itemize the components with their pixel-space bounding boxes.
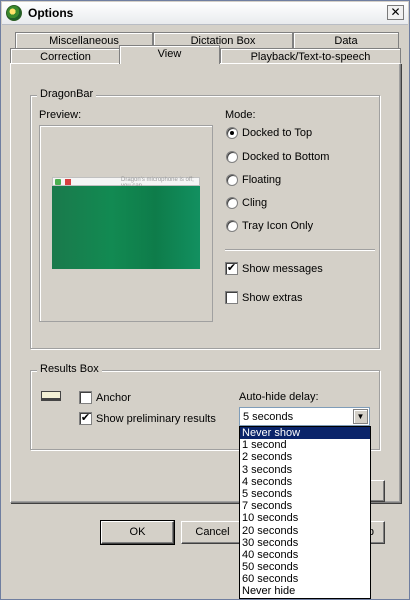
preview-label: Preview: — [39, 109, 82, 121]
dropdown-arrow-icon[interactable]: ▼ — [353, 409, 368, 424]
dropdown-option[interactable]: 1 second — [240, 439, 370, 451]
show-extras-label[interactable]: Show extras — [242, 292, 303, 304]
dropdown-option[interactable]: 60 seconds — [240, 573, 370, 585]
ok-button[interactable]: OK — [100, 520, 175, 545]
show-extras-checkbox[interactable] — [225, 291, 238, 304]
preview-desktop — [52, 186, 200, 269]
mode-docked-bottom-radio[interactable] — [226, 151, 238, 163]
tab-view[interactable]: View — [119, 45, 220, 64]
show-messages-label[interactable]: Show messages — [242, 263, 323, 275]
preview-mic-icon — [55, 179, 61, 185]
dropdown-option[interactable]: 5 seconds — [240, 488, 370, 500]
mode-docked-top-label[interactable]: Docked to Top — [242, 127, 312, 139]
close-button[interactable]: ✕ — [387, 5, 404, 20]
dropdown-option[interactable]: Never hide — [240, 585, 370, 597]
autohide-label: Auto-hide delay: — [239, 391, 319, 403]
dropdown-option[interactable]: 4 seconds — [240, 476, 370, 488]
show-preliminary-label[interactable]: Show preliminary results — [96, 413, 216, 425]
dropdown-option[interactable]: 10 seconds — [240, 512, 370, 524]
show-messages-checkbox[interactable]: ✔ — [225, 262, 238, 275]
mode-docked-top-radio[interactable] — [226, 127, 238, 139]
mode-cling-label[interactable]: Cling — [242, 197, 267, 209]
cancel-button[interactable]: Cancel — [181, 521, 244, 544]
options-dialog: Options ✕ Miscellaneous Dictation Box Da… — [0, 0, 410, 600]
mode-floating-radio[interactable] — [226, 174, 238, 186]
preview-dragonbar: Dragon's microphone is off; you can... — [52, 177, 200, 189]
mode-label: Mode: — [225, 109, 256, 121]
mode-tray-icon-radio[interactable] — [226, 220, 238, 232]
results-box-icon — [41, 391, 61, 401]
mode-docked-bottom-label[interactable]: Docked to Bottom — [242, 151, 329, 163]
anchor-checkbox[interactable] — [79, 391, 92, 404]
preview-menu-icon — [65, 179, 71, 185]
show-preliminary-checkbox[interactable]: ✔ — [79, 412, 92, 425]
anchor-label[interactable]: Anchor — [96, 392, 131, 404]
window-title: Options — [28, 6, 74, 20]
dragonbar-group-label: DragonBar — [37, 88, 97, 100]
dropdown-option[interactable]: 20 seconds — [240, 525, 370, 537]
dropdown-option[interactable]: 3 seconds — [240, 464, 370, 476]
mode-floating-label[interactable]: Floating — [242, 174, 281, 186]
dropdown-option[interactable]: 40 seconds — [240, 549, 370, 561]
dropdown-option[interactable]: 7 seconds — [240, 500, 370, 512]
title-bar[interactable]: Options ✕ — [2, 2, 408, 25]
mode-tray-icon-label[interactable]: Tray Icon Only — [242, 220, 313, 232]
dropdown-option[interactable]: 30 seconds — [240, 537, 370, 549]
tab-data[interactable]: Data — [293, 32, 399, 49]
autohide-delay-select[interactable]: 5 seconds ▼ — [239, 407, 370, 426]
autohide-selected-value: 5 seconds — [243, 411, 294, 423]
dropdown-option[interactable]: Never show — [240, 427, 370, 440]
results-box-group-label: Results Box — [37, 363, 102, 375]
mode-cling-radio[interactable] — [226, 197, 238, 209]
dragon-app-icon — [6, 5, 22, 21]
dropdown-option[interactable]: 2 seconds — [240, 451, 370, 463]
mode-separator — [225, 249, 375, 251]
autohide-dropdown-list[interactable]: Never show 1 second 2 seconds 3 seconds … — [239, 426, 371, 599]
dropdown-option[interactable]: 50 seconds — [240, 561, 370, 573]
